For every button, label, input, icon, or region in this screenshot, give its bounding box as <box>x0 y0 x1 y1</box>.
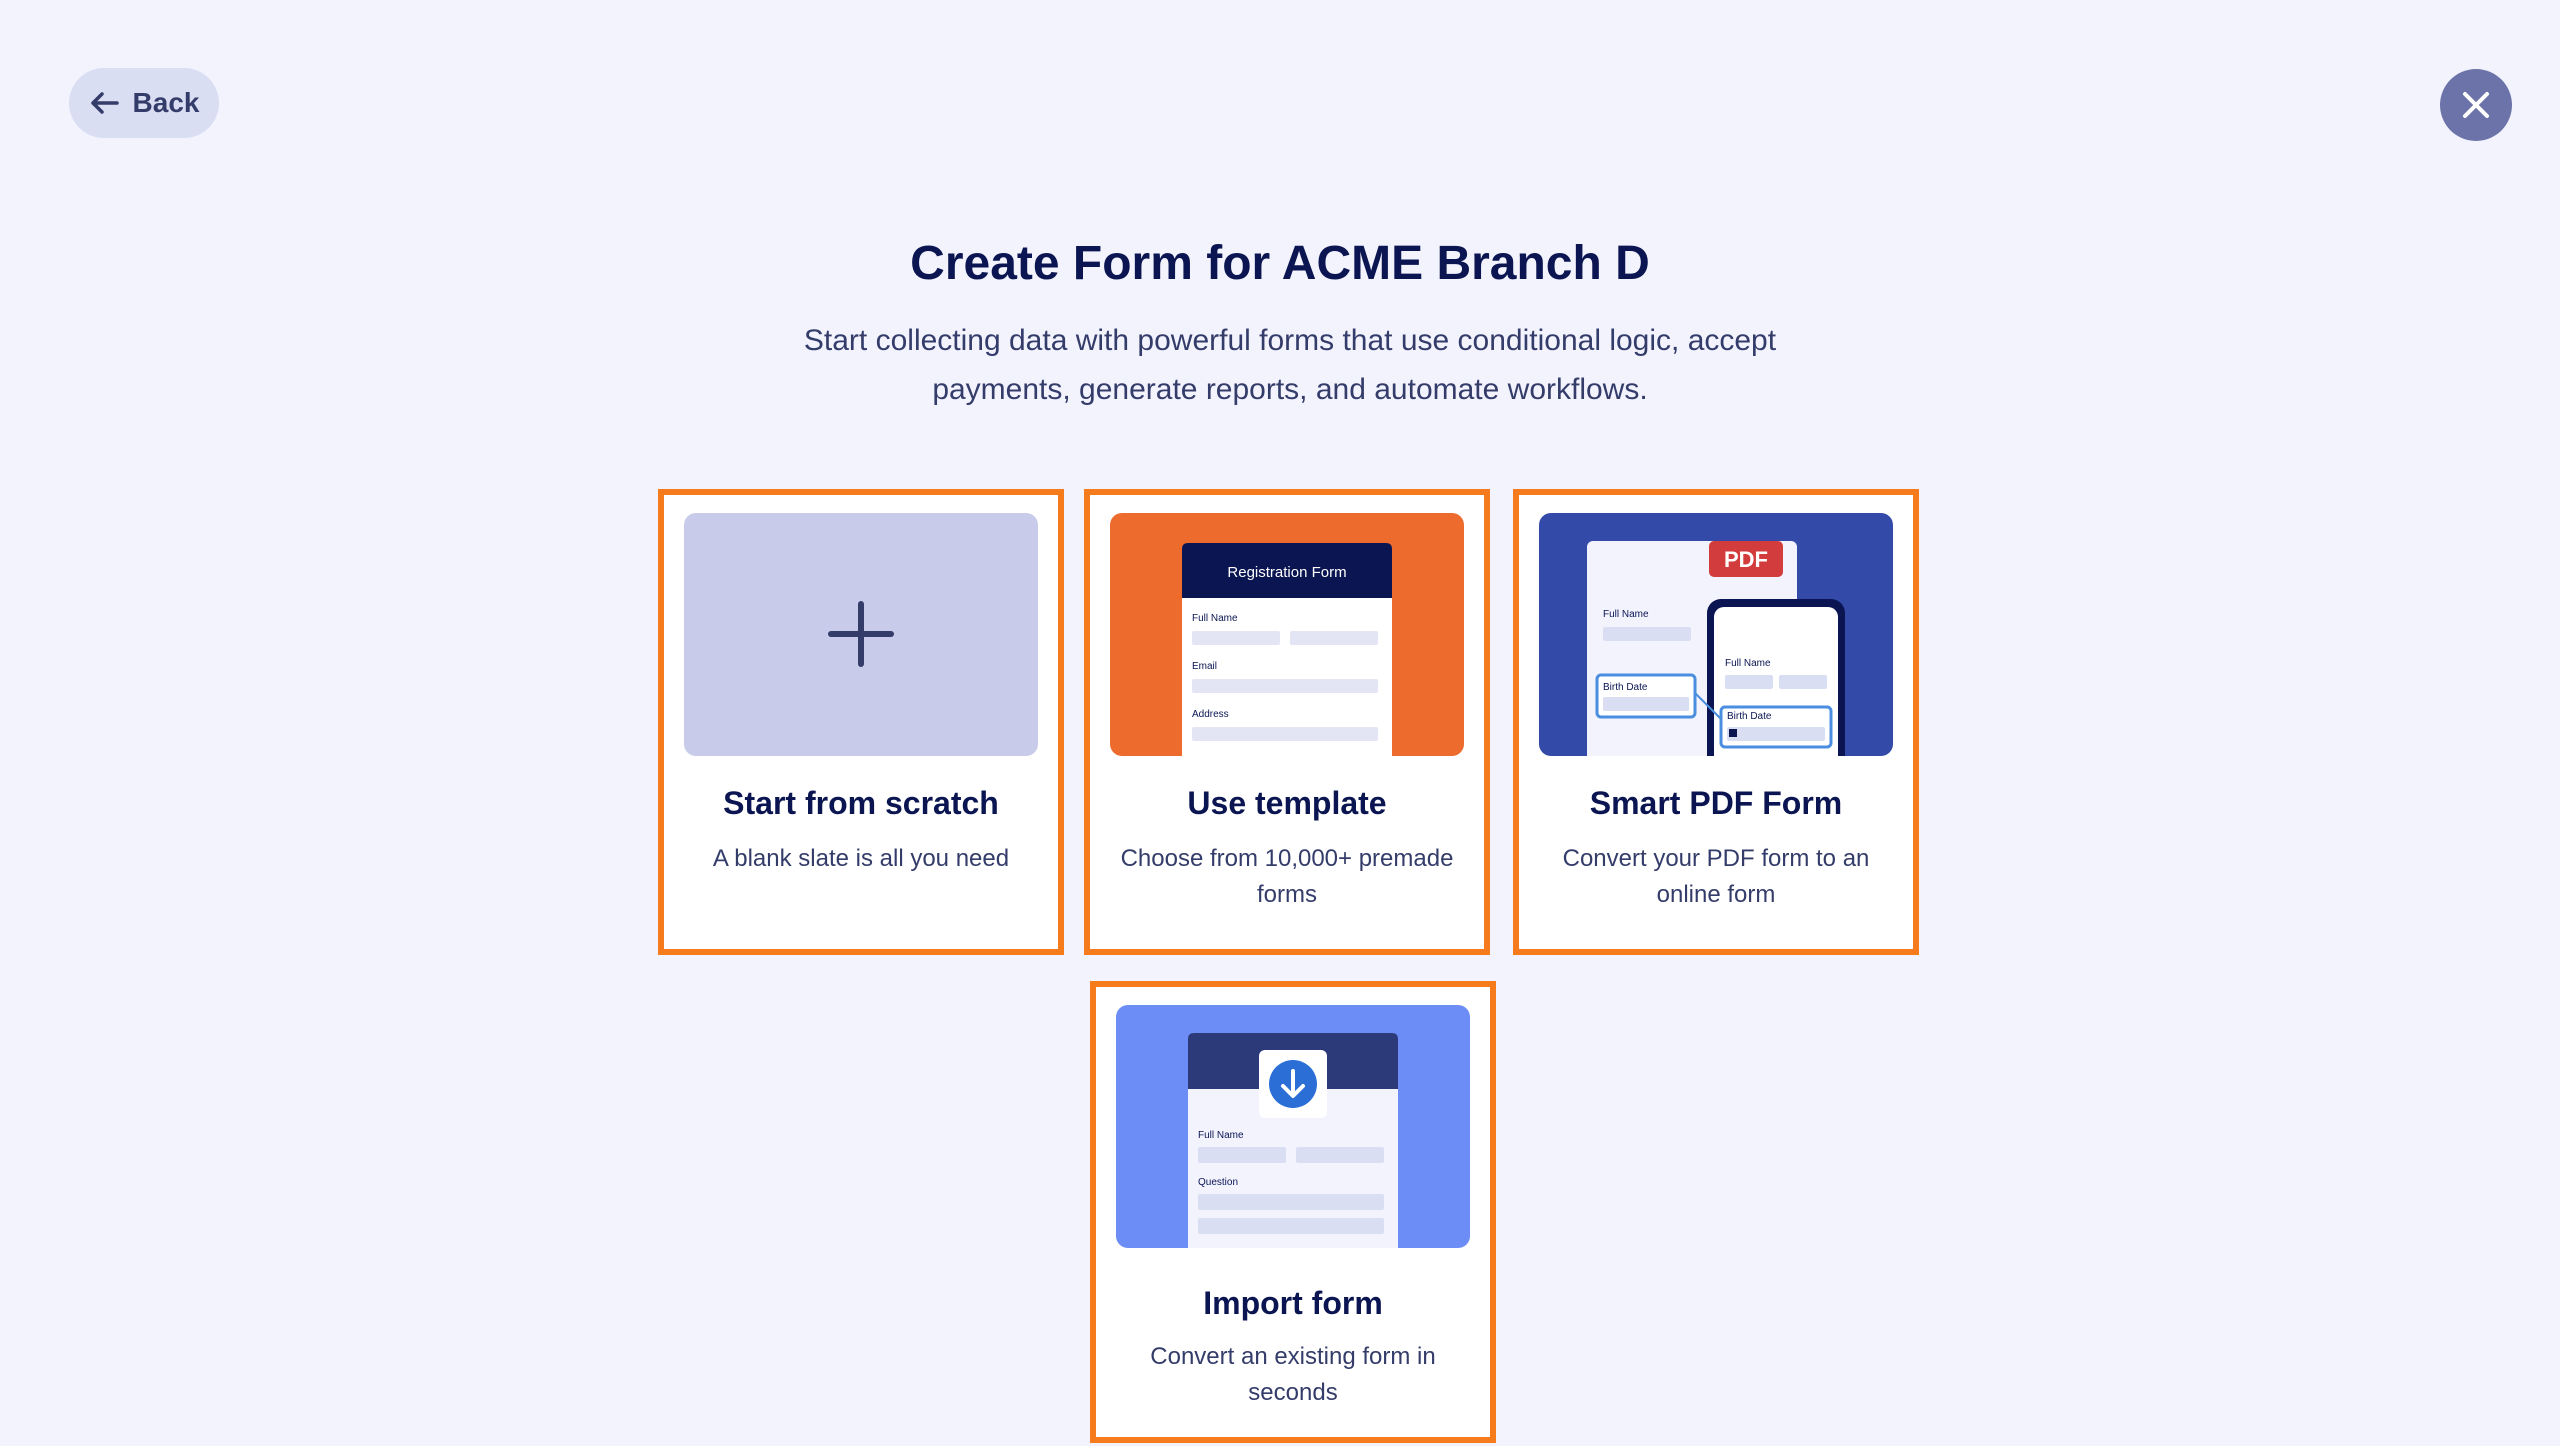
close-icon <box>2463 92 2489 118</box>
field-label: Address <box>1192 709 1229 720</box>
pdf-badge-text: PDF <box>1724 547 1768 572</box>
import-thumbnail: Full Name Question <box>1116 1005 1470 1248</box>
card-title: Import form <box>1203 1285 1383 1321</box>
svg-text:Birth Date: Birth Date <box>1727 711 1772 722</box>
card-title: Use template <box>1187 785 1387 821</box>
card-description: A blank slate is all you need <box>712 845 1010 872</box>
svg-text:Full Name: Full Name <box>1603 609 1649 620</box>
back-button[interactable]: Back <box>69 68 219 138</box>
download-icon <box>1269 1060 1317 1108</box>
card-description: Convert an existing form in seconds <box>1150 1343 1436 1406</box>
card-description: Choose from 10,000+ premade forms <box>1120 845 1454 908</box>
page-title: Create Form for ACME Branch D <box>910 237 1650 290</box>
plus-icon <box>828 601 894 667</box>
start-from-scratch-card[interactable]: Start from scratch A blank slate is all … <box>658 489 1064 955</box>
svg-text:Full Name: Full Name <box>1198 1130 1244 1141</box>
svg-text:Full Name: Full Name <box>1725 658 1771 669</box>
svg-text:Birth Date: Birth Date <box>1603 682 1648 693</box>
card-description: Convert your PDF form to an online form <box>1562 845 1870 908</box>
import-form-card[interactable]: Full Name Question Import form Convert a… <box>1090 981 1496 1443</box>
page-subtitle: Start collecting data with powerful form… <box>803 324 1777 406</box>
smart-pdf-form-card[interactable]: PDF Full Name Birth Date Full Name Birth… <box>1513 489 1919 955</box>
use-template-card[interactable]: Registration Form Full Name Email Addres… <box>1084 489 1490 955</box>
close-button[interactable] <box>2440 69 2512 141</box>
field-label: Full Name <box>1192 613 1238 624</box>
form-header-text: Registration Form <box>1227 564 1346 581</box>
svg-text:Question: Question <box>1198 1177 1238 1188</box>
scratch-thumbnail <box>684 513 1038 756</box>
card-title: Smart PDF Form <box>1589 785 1843 821</box>
pdf-thumbnail: PDF Full Name Birth Date Full Name Birth… <box>1539 513 1893 756</box>
template-thumbnail: Registration Form Full Name Email Addres… <box>1110 513 1464 756</box>
arrow-left-icon <box>90 92 119 114</box>
field-label: Email <box>1192 661 1217 672</box>
back-label: Back <box>132 87 200 118</box>
card-title: Start from scratch <box>723 785 999 821</box>
